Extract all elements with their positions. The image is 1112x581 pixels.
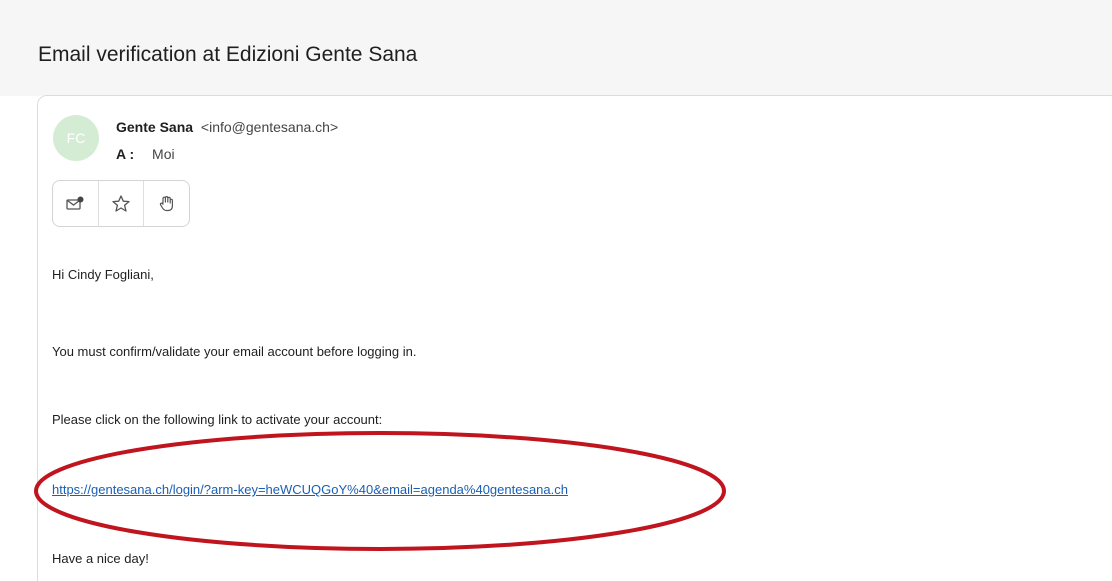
recipient-line: A : Moi	[116, 145, 175, 163]
star-icon	[112, 194, 130, 212]
sender-line: Gente Sana <info@gentesana.ch>	[116, 118, 338, 136]
recipient-value[interactable]: Moi	[152, 146, 175, 162]
star-button[interactable]	[99, 181, 145, 226]
greeting-text: Hi Cindy Fogliani,	[52, 267, 154, 282]
sender-email[interactable]: <info@gentesana.ch>	[201, 119, 338, 135]
email-subject: Email verification at Edizioni Gente San…	[38, 43, 418, 66]
recipient-label: A :	[116, 146, 135, 162]
body-line-instruction: Please click on the following link to ac…	[52, 412, 383, 427]
hand-icon	[159, 195, 173, 211]
sender-avatar[interactable]: FC	[53, 115, 99, 161]
message-actions	[52, 180, 190, 227]
flag-button[interactable]	[144, 181, 189, 226]
message-card	[37, 95, 1112, 581]
email-view: Email verification at Edizioni Gente San…	[0, 0, 1112, 581]
sender-name[interactable]: Gente Sana	[116, 119, 193, 135]
closing-text: Have a nice day!	[52, 551, 149, 566]
body-line-confirm: You must confirm/validate your email acc…	[52, 344, 417, 359]
envelope-dot-icon	[66, 196, 84, 210]
activation-link[interactable]: https://gentesana.ch/login/?arm-key=heWC…	[52, 481, 568, 499]
mark-unread-button[interactable]	[53, 181, 99, 226]
